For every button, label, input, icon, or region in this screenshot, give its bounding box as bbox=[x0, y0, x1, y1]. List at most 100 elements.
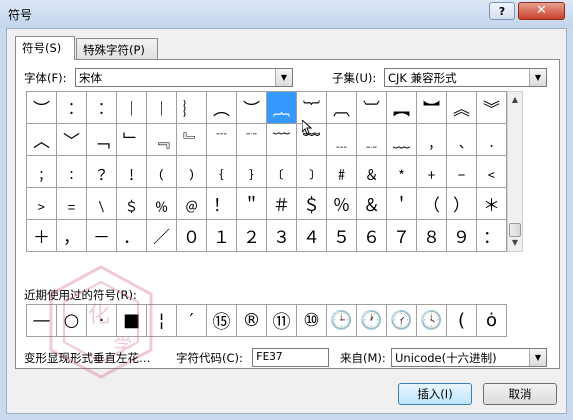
symbol-cell[interactable]: ﹣ bbox=[447, 156, 477, 188]
symbol-cell[interactable]: ﹦ bbox=[57, 188, 87, 220]
symbol-cell[interactable]: ） bbox=[447, 188, 477, 220]
symbol-cell[interactable]: ﹪ bbox=[147, 188, 177, 220]
symbol-cell[interactable]: ﹨ bbox=[87, 188, 117, 220]
symbol-cell[interactable]: ＃ bbox=[267, 188, 297, 220]
symbol-cell[interactable]: ９ bbox=[447, 220, 477, 252]
symbol-cell[interactable]: ﹛ bbox=[207, 156, 237, 188]
symbol-cell[interactable]: ＆ bbox=[357, 188, 387, 220]
symbol-cell[interactable]: ＂ bbox=[237, 188, 267, 220]
symbol-cell[interactable]: ０ bbox=[177, 220, 207, 252]
symbol-cell[interactable]: ﹀ bbox=[57, 124, 87, 156]
tab-symbols[interactable]: 符号(S) bbox=[15, 36, 75, 60]
chevron-down-icon[interactable]: ▼ bbox=[275, 69, 292, 86]
insert-button[interactable]: 插入(I) bbox=[398, 383, 472, 405]
symbol-cell[interactable]: ﹤ bbox=[477, 156, 507, 188]
recent-symbol-cell[interactable]: ⑮ bbox=[207, 305, 237, 337]
symbol-cell[interactable]: ﹖ bbox=[87, 156, 117, 188]
symbol-cell[interactable]: ﹙ bbox=[147, 156, 177, 188]
recent-symbol-cell[interactable]: — bbox=[27, 305, 57, 337]
symbol-cell[interactable]: ７ bbox=[387, 220, 417, 252]
recent-symbol-cell[interactable]: ȯ bbox=[477, 305, 507, 337]
font-select[interactable]: 宋体 ▼ bbox=[75, 68, 293, 87]
symbol-cell[interactable]: ＊ bbox=[477, 188, 507, 220]
symbol-cell[interactable]: ﹜ bbox=[237, 156, 267, 188]
close-button[interactable]: ✕ bbox=[518, 2, 565, 20]
recent-symbol-cell[interactable]: ■ bbox=[117, 305, 147, 337]
symbol-cell[interactable]: ＋ bbox=[27, 220, 57, 252]
symbol-cell[interactable]: ﹔ bbox=[27, 156, 57, 188]
char-code-input[interactable]: FE37 bbox=[252, 348, 329, 367]
help-button[interactable]: ? bbox=[489, 2, 515, 20]
chevron-down-icon[interactable]: ▼ bbox=[529, 69, 546, 86]
symbol-cell[interactable]: ︱ bbox=[147, 92, 177, 124]
symbol-cell[interactable]: ﹋ bbox=[267, 124, 297, 156]
recent-symbol-cell[interactable]: · bbox=[87, 305, 117, 337]
symbol-cell[interactable]: ﹐ bbox=[417, 124, 447, 156]
symbol-cell[interactable]: ﹝ bbox=[267, 156, 297, 188]
symbol-cell[interactable]: ﹁ bbox=[87, 124, 117, 156]
symbol-cell[interactable]: ４ bbox=[297, 220, 327, 252]
recent-symbol-cell[interactable]: ( bbox=[447, 305, 477, 337]
symbol-cell[interactable]: １ bbox=[207, 220, 237, 252]
symbol-cell[interactable]: ﹚ bbox=[177, 156, 207, 188]
symbol-cell[interactable]: ︰ bbox=[57, 92, 87, 124]
symbol-cell[interactable]: ︱ bbox=[117, 92, 147, 124]
from-select[interactable]: Unicode(十六进制) ▼ bbox=[391, 348, 547, 367]
symbol-cell[interactable]: ﹉ bbox=[207, 124, 237, 156]
recent-symbol-cell[interactable]: 🕒 bbox=[327, 305, 357, 337]
recent-symbol-cell[interactable]: ○ bbox=[57, 305, 87, 337]
symbol-cell[interactable]: ︾ bbox=[477, 92, 507, 124]
symbol-cell[interactable]: ︴ bbox=[177, 92, 207, 124]
scroll-down-icon[interactable]: ▼ bbox=[508, 235, 522, 251]
symbol-cell[interactable]: ︽ bbox=[447, 92, 477, 124]
symbol-cell[interactable]: ﹡ bbox=[387, 156, 417, 188]
symbol-cell[interactable]: ﹩ bbox=[117, 188, 147, 220]
recent-symbol-cell[interactable]: ¦ bbox=[147, 305, 177, 337]
symbol-cell[interactable]: ﹍ bbox=[327, 124, 357, 156]
symbol-cell[interactable]: ﹏ bbox=[387, 124, 417, 156]
symbol-cell[interactable]: ﹠ bbox=[357, 156, 387, 188]
symbol-grid[interactable]: ︶ ︰ ︰ ︱ ︱ ︴ ︵ ︶ ︷ ︸ ︹ ︺ ︻ ︼ ︽ ︾ ︿ ﹀ ﹁ ﹂ ﹃ ﹄ ﹉ ﹊ ﹋ ﹌ ﹍ ﹎ ﹏ ﹐ ﹑ ﹒ ﹔ ﹕ ﹖ ﹗ ﹙ ﹚ ﹛ ﹜… bbox=[26, 91, 507, 252]
recent-symbol-cell[interactable]: 🕜 bbox=[387, 305, 417, 337]
cancel-button[interactable]: 取消 bbox=[483, 383, 557, 405]
symbol-cell[interactable]: ＇ bbox=[387, 188, 417, 220]
tab-special-characters[interactable]: 特殊字符(P) bbox=[76, 38, 158, 59]
symbol-cell[interactable]: ﹎ bbox=[357, 124, 387, 156]
symbol-cell[interactable]: ﹢ bbox=[417, 156, 447, 188]
symbol-cell[interactable]: ﹃ bbox=[147, 124, 177, 156]
recent-symbol-cell[interactable]: ⑪ bbox=[267, 305, 297, 337]
symbol-cell[interactable]: ﹄ bbox=[177, 124, 207, 156]
symbol-cell[interactable]: ﹥ bbox=[27, 188, 57, 220]
symbol-cell[interactable]: ３ bbox=[267, 220, 297, 252]
recent-symbol-cell[interactable]: ® bbox=[237, 305, 267, 337]
symbol-cell[interactable]: ６ bbox=[357, 220, 387, 252]
symbol-cell[interactable]: ︶ bbox=[27, 92, 57, 124]
scroll-up-icon[interactable]: ▲ bbox=[508, 92, 522, 108]
symbol-cell[interactable]: ︼ bbox=[417, 92, 447, 124]
recent-symbol-cell[interactable]: 🕐 bbox=[357, 305, 387, 337]
symbol-cell[interactable]: ﹂ bbox=[117, 124, 147, 156]
recent-symbols-grid[interactable]: — ○ · ■ ¦ ′ ⑮ ® ⑪ ⑩ 🕒 🕐 🕜 🕓(ȯ bbox=[26, 304, 507, 337]
symbol-cell[interactable]: ﹒ bbox=[477, 124, 507, 156]
subset-select[interactable]: CJK 兼容形式 ▼ bbox=[384, 68, 547, 87]
symbol-cell[interactable]: ﹕ bbox=[57, 156, 87, 188]
symbol-cell[interactable]: （ bbox=[417, 188, 447, 220]
symbol-cell[interactable]: ５ bbox=[327, 220, 357, 252]
symbol-cell[interactable]: ︵ bbox=[207, 92, 237, 124]
symbol-cell[interactable]: ﹞ bbox=[297, 156, 327, 188]
symbol-cell[interactable]: ８ bbox=[417, 220, 447, 252]
symbol-cell[interactable]: ︹ bbox=[327, 92, 357, 124]
symbol-cell[interactable]: ２ bbox=[237, 220, 267, 252]
symbol-cell[interactable]: ％ bbox=[327, 188, 357, 220]
symbol-cell[interactable]: ＄ bbox=[297, 188, 327, 220]
symbol-cell[interactable]: ︺ bbox=[357, 92, 387, 124]
chevron-down-icon[interactable]: ▼ bbox=[529, 349, 546, 366]
symbol-cell[interactable]: ﹑ bbox=[447, 124, 477, 156]
symbol-cell[interactable]: ！ bbox=[207, 188, 237, 220]
symbol-cell[interactable]: － bbox=[87, 220, 117, 252]
symbol-cell[interactable]: ／ bbox=[147, 220, 177, 252]
recent-symbol-cell[interactable]: ⑩ bbox=[297, 305, 327, 337]
symbol-cell[interactable]: ： bbox=[477, 220, 507, 252]
recent-symbol-cell[interactable]: 🕓 bbox=[417, 305, 447, 337]
symbol-cell[interactable]: ﹟ bbox=[327, 156, 357, 188]
